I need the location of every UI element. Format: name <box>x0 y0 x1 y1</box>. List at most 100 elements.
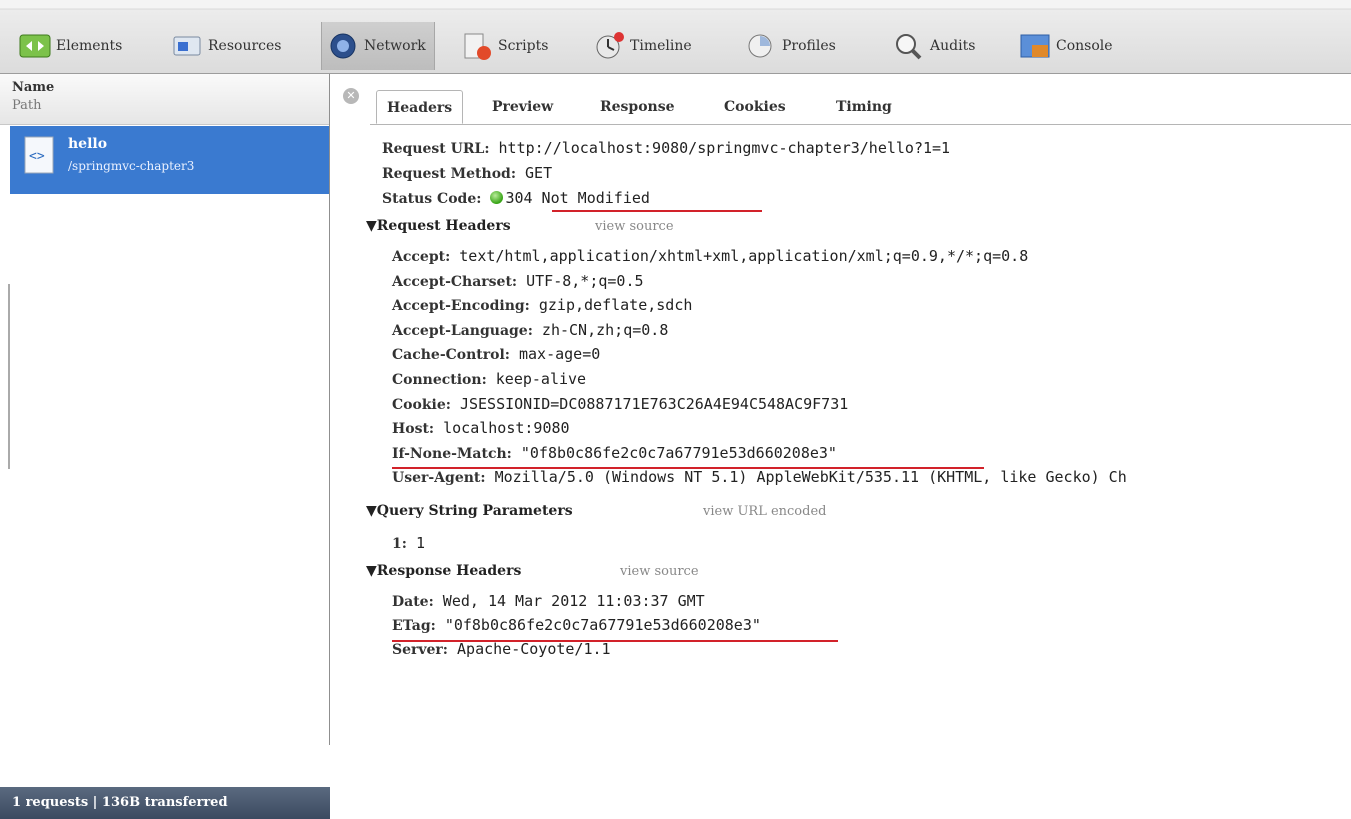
header-value: keep-alive <box>495 370 587 388</box>
header-key: Accept-Language: <box>392 322 533 339</box>
status-ok-icon <box>490 191 504 204</box>
details-tabbar: Headers Preview Response Cookies Timing <box>370 84 1351 125</box>
panel-timeline-label: Timeline <box>630 38 692 54</box>
network-sidebar: Name Path <> hello /springmvc-chapter3 1… <box>0 74 330 819</box>
panel-console-label: Console <box>1056 38 1113 54</box>
header-key: Cookie: <box>392 396 451 413</box>
panel-elements-label: Elements <box>56 38 123 54</box>
header-value: max-age=0 <box>519 345 601 364</box>
highlight-underline <box>392 640 838 642</box>
network-icon <box>326 31 360 61</box>
tab-cookies[interactable]: Cookies <box>714 90 796 124</box>
panel-profiles-label: Profiles <box>782 38 836 54</box>
tab-preview[interactable]: Preview <box>482 90 563 124</box>
header-key: ETag: <box>392 618 436 634</box>
request-path: /springmvc-chapter3 <box>68 159 195 173</box>
header-row: ETag: "0f8b0c86fe2c0c7a67791e53d660208e3… <box>392 615 761 636</box>
header-row: Accept-Encoding: gzip,deflate,sdch <box>392 295 692 316</box>
status-code-key: Status Code: <box>382 191 482 207</box>
column-path: Path <box>12 98 42 113</box>
resources-icon <box>170 31 204 61</box>
left-edge-marker <box>8 284 10 469</box>
request-method-key: Request Method: <box>382 166 516 182</box>
close-details-button[interactable]: ✕ <box>343 88 359 104</box>
query-param-row: 1: 1 <box>392 533 425 554</box>
timeline-icon <box>592 31 626 61</box>
header-key: Accept-Charset: <box>392 273 518 290</box>
header-row: Connection: keep-alive <box>392 369 586 390</box>
header-row: Accept-Language: zh-CN,zh;q=0.8 <box>392 320 668 341</box>
header-value: UTF-8,*;q=0.5 <box>526 271 644 290</box>
header-value: text/html,application/xhtml+xml,applicat… <box>459 247 1029 265</box>
header-row: Accept-Charset: UTF-8,*;q=0.5 <box>392 271 644 292</box>
query-string-section[interactable]: ▼Query String Parameters <box>366 503 573 519</box>
request-method-value: GET <box>525 164 553 182</box>
query-view-url-encoded[interactable]: view URL encoded <box>703 504 826 519</box>
panel-resources[interactable]: Resources <box>170 22 281 70</box>
panel-audits-label: Audits <box>930 38 976 54</box>
html-file-icon: <> <box>24 136 54 174</box>
status-code-line: Status Code: 304 Not Modified <box>382 188 650 209</box>
header-row: Date: Wed, 14 Mar 2012 11:03:37 GMT <box>392 591 705 612</box>
request-name: hello <box>68 136 108 152</box>
query-param-value: 1 <box>415 534 425 552</box>
panel-audits[interactable]: Audits <box>892 22 975 70</box>
header-key: Accept-Encoding: <box>392 298 530 315</box>
header-key: Host: <box>392 421 435 438</box>
panel-network-label: Network <box>364 38 426 54</box>
header-row: Host: localhost:9080 <box>392 418 570 439</box>
request-headers-title: Request Headers <box>376 218 511 234</box>
tab-response[interactable]: Response <box>590 90 685 124</box>
header-row: Server: Apache-Coyote/1.1 <box>392 639 611 660</box>
network-status-bar: 1 requests | 136B transferred <box>0 787 330 819</box>
header-value: Apache-Coyote/1.1 <box>457 640 611 658</box>
header-key: If-None-Match: <box>392 445 512 462</box>
highlight-underline <box>392 467 984 469</box>
header-row: Cookie: JSESSIONID=DC0887171E763C26A4E94… <box>392 394 848 415</box>
response-headers-view-source[interactable]: view source <box>620 564 699 579</box>
header-key: User-Agent: <box>392 470 486 487</box>
request-headers-view-source[interactable]: view source <box>595 219 674 234</box>
panel-network[interactable]: Network <box>321 22 435 70</box>
header-value: Mozilla/5.0 (Windows NT 5.1) AppleWebKit… <box>494 468 1127 487</box>
request-url-line: Request URL: http://localhost:9080/sprin… <box>382 138 950 159</box>
header-value: "0f8b0c86fe2c0c7a67791e53d660208e3" <box>520 443 837 462</box>
request-url-value: http://localhost:9080/springmvc-chapter3… <box>498 139 951 157</box>
header-key: Accept: <box>392 249 451 265</box>
panel-timeline[interactable]: Timeline <box>592 22 692 70</box>
header-key: Date: <box>392 594 434 610</box>
request-headers-section[interactable]: ▼Request Headers <box>366 218 511 234</box>
audits-icon <box>892 31 926 61</box>
status-code-value: 304 Not Modified <box>505 189 650 207</box>
highlight-underline <box>552 210 762 212</box>
response-headers-title: Response Headers <box>376 563 522 579</box>
header-value: JSESSIONID=DC0887171E763C26A4E94C548AC9F… <box>459 394 849 413</box>
devtools-toolbar: Elements Resources Network Scripts Timel… <box>0 0 1351 74</box>
panel-scripts[interactable]: Scripts <box>460 22 548 70</box>
panel-console[interactable]: Console <box>1018 22 1113 70</box>
header-row: If-None-Match: "0f8b0c86fe2c0c7a67791e53… <box>392 443 837 464</box>
request-row-hello[interactable]: <> hello /springmvc-chapter3 <box>10 126 329 194</box>
elements-icon <box>18 31 52 61</box>
header-key: Connection: <box>392 372 487 388</box>
response-headers-section[interactable]: ▼Response Headers <box>366 563 521 579</box>
query-param-key: 1: <box>392 536 407 552</box>
panel-resources-label: Resources <box>208 38 282 54</box>
tab-headers[interactable]: Headers <box>376 90 464 124</box>
panel-profiles[interactable]: Profiles <box>744 22 836 70</box>
header-value: "0f8b0c86fe2c0c7a67791e53d660208e3" <box>444 616 761 634</box>
panel-elements[interactable]: Elements <box>18 22 122 70</box>
console-icon <box>1018 31 1052 61</box>
scripts-icon <box>460 31 494 61</box>
header-value: zh-CN,zh;q=0.8 <box>541 320 669 339</box>
query-string-title: Query String Parameters <box>376 503 573 519</box>
header-key: Server: <box>392 642 448 658</box>
profiles-icon <box>744 31 778 61</box>
header-value: Wed, 14 Mar 2012 11:03:37 GMT <box>442 592 705 610</box>
column-name[interactable]: Name <box>12 80 54 95</box>
panel-scripts-label: Scripts <box>498 38 549 54</box>
header-value: gzip,deflate,sdch <box>538 296 693 315</box>
sidebar-header[interactable]: Name Path <box>0 74 329 125</box>
header-row: Accept: text/html,application/xhtml+xml,… <box>392 246 1028 267</box>
tab-timing[interactable]: Timing <box>826 90 902 124</box>
